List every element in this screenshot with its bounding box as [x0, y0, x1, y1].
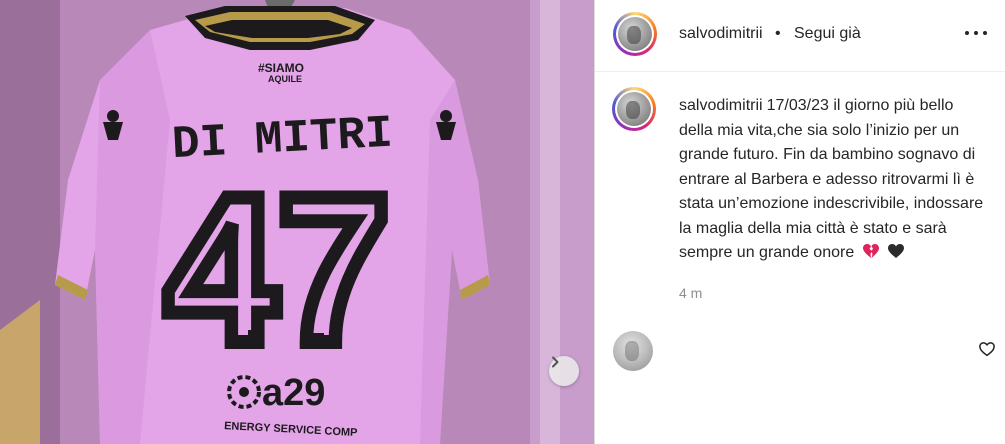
post-side-panel: salvodimitrii • Segui già salvodimitrii 1…: [594, 0, 1005, 444]
next-photo-button[interactable]: [549, 356, 579, 386]
caption-avatar[interactable]: [612, 87, 656, 131]
sponsor-name: a29: [262, 372, 325, 414]
jersey-number: 47: [165, 152, 390, 387]
jersey-hashtag-1: #SIAMO: [258, 61, 304, 75]
author-avatar[interactable]: [613, 12, 657, 56]
caption-username[interactable]: salvodimitrii: [679, 97, 763, 114]
caption-text: il giorno più bello della mia vita,che s…: [679, 97, 984, 261]
caption-date: 17/03/23: [766, 97, 829, 114]
black-heart-emoji-icon: [888, 244, 905, 258]
following-button[interactable]: Segui già: [794, 25, 861, 43]
chevron-right-icon: [552, 356, 559, 368]
author-username[interactable]: salvodimitrii: [679, 25, 763, 43]
jersey-photo-illustration: #SIAMO AQUILE DI MITRI 47 a29 ENERGY SER…: [0, 0, 594, 444]
jersey-hashtag-2: AQUILE: [268, 74, 302, 84]
post-header: salvodimitrii • Segui già: [595, 0, 1005, 72]
post-time-ago[interactable]: 4 m: [679, 285, 702, 301]
header-separator: •: [775, 25, 781, 42]
post-caption: salvodimitrii 17/03/23 il giorno più bell…: [679, 94, 989, 266]
post-photo[interactable]: #SIAMO AQUILE DI MITRI 47 a29 ENERGY SER…: [0, 0, 594, 444]
heart-outline-icon[interactable]: [978, 340, 996, 358]
broken-heart-emoji-icon: [862, 244, 879, 258]
comment-avatar[interactable]: [613, 331, 653, 371]
more-options-icon[interactable]: [965, 26, 987, 40]
